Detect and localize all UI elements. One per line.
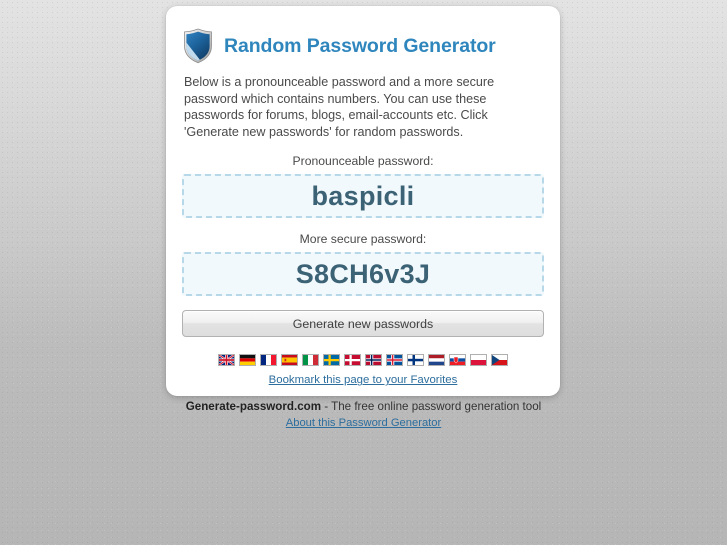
footer-brand: Generate-password.com bbox=[185, 400, 322, 413]
secure-password-group: More secure password: S8CH6v3J bbox=[182, 232, 544, 297]
card-content: Random Password Generator Below is a pro… bbox=[166, 6, 560, 386]
flag-czech-republic[interactable] bbox=[491, 354, 508, 367]
language-flag-list bbox=[182, 354, 544, 367]
pronounceable-password-label: Pronounceable password: bbox=[292, 154, 434, 169]
generate-new-passwords-button[interactable]: Generate new passwords bbox=[182, 310, 544, 338]
flag-poland[interactable] bbox=[470, 354, 487, 367]
footer-tagline: Generate-password.com - The free online … bbox=[0, 400, 727, 413]
bookmark-page-link[interactable]: Bookmark this page to your Favorites bbox=[182, 374, 544, 386]
flag-norway[interactable] bbox=[365, 354, 382, 367]
shield-icon bbox=[184, 28, 212, 64]
flag-denmark[interactable] bbox=[344, 354, 361, 367]
secure-password-box[interactable]: S8CH6v3J bbox=[182, 252, 544, 297]
flag-slovakia[interactable] bbox=[449, 354, 466, 367]
flag-united-kingdom[interactable] bbox=[218, 354, 235, 367]
secure-password-label: More secure password: bbox=[299, 232, 427, 247]
page-title: Random Password Generator bbox=[224, 34, 496, 57]
pronounceable-password-value: baspicli bbox=[311, 180, 415, 211]
flag-italy[interactable] bbox=[302, 354, 319, 367]
pronounceable-password-box[interactable]: baspicli bbox=[182, 174, 544, 219]
footer-tagline-text: - The free online password generation to… bbox=[321, 400, 542, 413]
flag-sweden[interactable] bbox=[323, 354, 340, 367]
flag-netherlands[interactable] bbox=[428, 354, 445, 367]
page-footer: Generate-password.com - The free online … bbox=[0, 400, 727, 431]
pronounceable-password-group: Pronounceable password: baspicli bbox=[182, 154, 544, 219]
about-password-generator-link[interactable]: About this Password Generator bbox=[286, 417, 441, 429]
flag-iceland[interactable] bbox=[386, 354, 403, 367]
flag-finland[interactable] bbox=[407, 354, 424, 367]
card-header: Random Password Generator bbox=[182, 28, 544, 64]
intro-text: Below is a pronounceable password and a … bbox=[184, 75, 495, 139]
flag-germany[interactable] bbox=[239, 354, 256, 367]
flag-spain[interactable] bbox=[281, 354, 298, 367]
flag-france[interactable] bbox=[260, 354, 277, 367]
secure-password-value: S8CH6v3J bbox=[295, 258, 431, 289]
password-generator-card: Random Password Generator Below is a pro… bbox=[166, 6, 560, 396]
